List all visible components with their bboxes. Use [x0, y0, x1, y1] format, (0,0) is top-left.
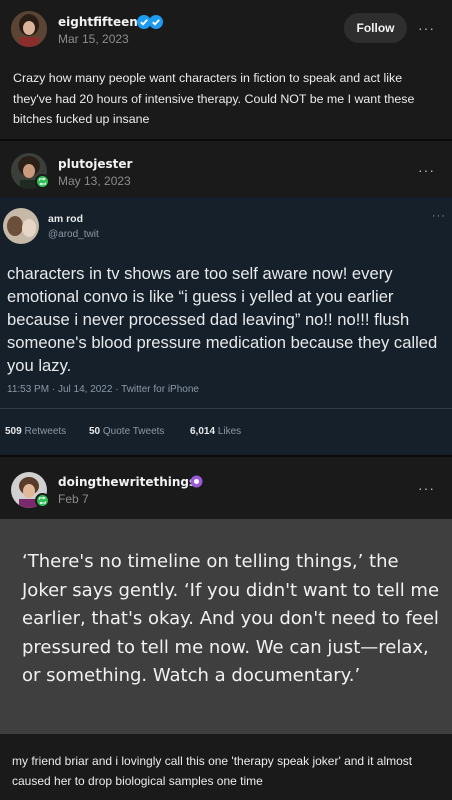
post-divider [0, 455, 452, 457]
tweet-text: characters in tv shows are too self awar… [7, 264, 438, 375]
tweet-stat-likes: 6,014 Likes [190, 426, 242, 437]
post-body: Crazy how many people want characters in… [13, 71, 415, 126]
post-date[interactable]: Feb 7 [58, 492, 89, 506]
username-eightfifteen[interactable]: eightfifteen [58, 15, 138, 29]
post-date[interactable]: Mar 15, 2023 [58, 32, 129, 46]
post-divider [0, 139, 452, 141]
avatar-am-rod [3, 208, 39, 244]
more-icon: ··· [432, 210, 446, 222]
tweet-stat-quote-tweets: 50 Quote Tweets [89, 426, 165, 437]
post-date[interactable]: May 13, 2023 [58, 174, 131, 188]
post-caption: my friend briar and i lovingly call this… [12, 754, 413, 788]
tweet-separator [0, 408, 452, 409]
tweet-handle: @arod_twit [48, 229, 99, 240]
more-icon[interactable]: ··· [418, 20, 435, 36]
purple-badge-icon [190, 475, 203, 493]
tweet-stat-retweets: 509 Retweets [5, 426, 67, 437]
avatar-eightfifteen[interactable] [11, 11, 47, 47]
more-icon[interactable]: ··· [418, 480, 435, 496]
tweet-timestamp: 11:53 PM · Jul 14, 2022 · Twitter for iP… [7, 384, 199, 395]
book-excerpt-text: ‘There's no timeline on telling things,’… [22, 551, 440, 686]
reblog-icon [35, 493, 50, 508]
more-icon[interactable]: ··· [418, 162, 435, 178]
tumblr-blue-check-icon [149, 15, 163, 34]
username-doingthewritethings[interactable]: doingthewritethings [58, 475, 196, 489]
follow-button[interactable]: Follow [344, 13, 407, 43]
username-plutojester[interactable]: plutojester [58, 157, 132, 171]
reblog-icon [35, 174, 50, 189]
tweet-display-name: am rod [48, 213, 84, 225]
